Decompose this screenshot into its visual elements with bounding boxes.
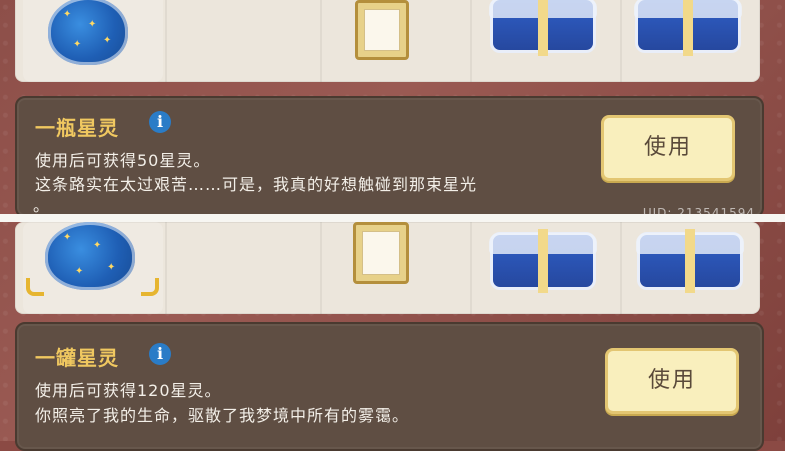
- shelf-divider: [165, 222, 167, 314]
- item-title: 一瓶星灵: [35, 116, 119, 140]
- item-description: 使用后可获得50星灵。: [35, 151, 211, 170]
- picture-frame-icon[interactable]: [353, 222, 409, 284]
- use-button[interactable]: 使用: [601, 115, 735, 181]
- info-icon[interactable]: i: [149, 111, 171, 133]
- screenshot-separator: [0, 214, 785, 222]
- item-flavor-text-end: 。: [33, 196, 51, 215]
- shelf-divider: [320, 0, 322, 82]
- shelf-slot-selected[interactable]: ✦ ✦ ✦ ✦: [23, 222, 163, 314]
- use-button[interactable]: 使用: [605, 348, 739, 414]
- gift-box-icon[interactable]: [489, 0, 597, 56]
- star-bottle-icon: ✦ ✦ ✦ ✦: [48, 0, 128, 65]
- item-flavor-text: 这条路实在太过艰苦……可是，我真的好想触碰到那束星光: [35, 175, 478, 194]
- info-icon[interactable]: i: [149, 343, 171, 365]
- shelf-divider: [470, 0, 472, 82]
- shelf-divider: [470, 222, 472, 314]
- gift-box-icon[interactable]: [489, 229, 597, 293]
- shelf-divider: [620, 0, 622, 82]
- shelf-slot-selected[interactable]: ✦ ✦ ✦ ✦: [23, 0, 163, 82]
- shelf-divider: [165, 0, 167, 82]
- item-info-card-top: 一瓶星灵 i 使用后可获得50星灵。 这条路实在太过艰苦……可是，我真的好想触碰…: [15, 96, 764, 218]
- selection-corner-icon: [141, 278, 159, 296]
- item-flavor-text: 你照亮了我的生命，驱散了我梦境中所有的雾霭。: [35, 406, 410, 425]
- gift-box-icon[interactable]: [634, 0, 742, 56]
- item-description: 使用后可获得120星灵。: [35, 381, 222, 400]
- picture-frame-icon[interactable]: [355, 0, 409, 60]
- star-jar-icon: ✦ ✦ ✦ ✦: [45, 222, 135, 290]
- item-shelf-bottom: ✦ ✦ ✦ ✦: [15, 222, 760, 314]
- shelf-divider: [320, 222, 322, 314]
- item-shelf-top: ✦ ✦ ✦ ✦: [15, 0, 760, 82]
- item-title: 一罐星灵: [35, 346, 119, 370]
- item-info-card-bottom: 一罐星灵 i 使用后可获得120星灵。 你照亮了我的生命，驱散了我梦境中所有的雾…: [15, 322, 764, 451]
- shelf-divider: [620, 222, 622, 314]
- selection-corner-icon: [26, 278, 44, 296]
- gift-box-icon[interactable]: [636, 229, 744, 293]
